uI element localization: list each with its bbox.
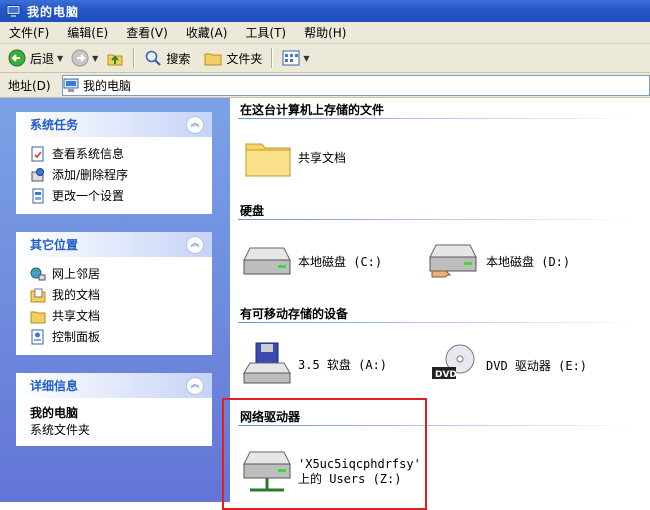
menu-edit[interactable]: 编辑(E) [58,24,117,41]
folder-icon [204,53,222,66]
shared-documents-folder[interactable]: 共享文档 [244,136,346,178]
views-button[interactable]: ▼ [278,46,313,70]
address-input[interactable]: 我的电脑 [62,75,650,96]
collapse-icon[interactable]: ︽ [186,235,204,254]
back-arrow-icon [8,49,26,67]
control-panel-icon [31,329,44,344]
shared-hard-drive-icon [429,244,477,278]
place-shared-documents[interactable]: 共享文档 [30,305,202,326]
folders-button[interactable]: 文件夹 [200,46,266,70]
menu-tools[interactable]: 工具(T) [236,24,295,41]
computer-icon [6,4,21,17]
up-button[interactable] [102,46,128,70]
menu-file[interactable]: 文件(F) [0,24,58,41]
other-places-panel: 其它位置 ︽ 网上邻居 我的文档 共享文档 控制面板 [16,232,212,355]
settings-icon [32,188,44,203]
computer-icon [63,78,79,92]
menu-help[interactable]: 帮助(H) [295,24,355,41]
chevron-down-icon[interactable]: ▼ [92,54,98,63]
group-title-hard-disks: 硬盘 [240,204,265,218]
floppy-drive-icon [243,342,291,384]
svg-text:DVD: DVD [435,370,457,380]
group-divider [238,322,638,323]
back-button[interactable]: 后退 ▼ [4,46,67,70]
local-disk-d[interactable]: 本地磁盘 (D:) [428,241,570,281]
menu-view[interactable]: 查看(V) [117,24,177,41]
forward-arrow-icon [71,49,89,67]
toolbar-separator [133,48,136,68]
place-my-documents[interactable]: 我的文档 [30,284,202,305]
task-pane: 系统任务 ︽ 查看系统信息 添加/删除程序 更改一个设置 其它位置 ︽ 网上邻居… [0,98,230,502]
details-name: 我的电脑 [30,406,79,420]
system-info-icon [31,146,44,161]
other-places-header[interactable]: 其它位置 ︽ [16,232,212,257]
highlight-frame [222,398,427,510]
place-network[interactable]: 网上邻居 [30,263,202,284]
hard-drive-icon [243,247,291,275]
floppy-a[interactable]: 3.5 软盘 (A:) [242,341,387,387]
task-change-setting[interactable]: 更改一个设置 [30,185,202,206]
title-bar: 我的电脑 [0,0,650,22]
dvd-drive-icon: DVD [432,344,475,380]
group-title-stored: 在这台计算机上存储的文件 [240,103,385,117]
menu-favorites[interactable]: 收藏(A) [177,24,237,41]
window-title: 我的电脑 [27,4,80,19]
toolbar: 后退 ▼ ▼ 搜索 文件夹 ▼ [0,44,650,73]
group-title-removable: 有可移动存储的设备 [240,307,349,321]
folder-icon [245,143,291,177]
add-remove-programs-icon [31,167,44,181]
local-disk-c[interactable]: 本地磁盘 (C:) [242,244,382,278]
toolbar-separator [271,48,274,68]
details-description: 系统文件夹 [30,423,91,437]
address-label: 地址(D) [8,78,51,93]
forward-button[interactable]: ▼ [67,46,102,70]
search-button[interactable]: 搜索 [140,46,194,70]
place-control-panel[interactable]: 控制面板 [30,326,202,347]
system-tasks-panel: 系统任务 ︽ 查看系统信息 添加/删除程序 更改一个设置 [16,112,212,214]
folder-icon [30,311,46,323]
group-divider [238,118,638,119]
dvd-drive-e[interactable]: DVD DVD 驱动器 (E:) [430,343,587,387]
address-bar: 地址(D) 我的电脑 [0,73,650,98]
task-view-system-info[interactable]: 查看系统信息 [30,143,202,164]
search-icon [146,50,162,66]
collapse-icon[interactable]: ︽ [186,376,204,395]
chevron-down-icon[interactable]: ▼ [303,54,309,63]
folder-up-icon [107,54,123,66]
my-documents-icon [30,288,46,302]
collapse-icon[interactable]: ︽ [186,115,204,134]
details-panel: 详细信息 ︽ 我的电脑 系统文件夹 [16,373,212,446]
views-grid-icon [282,50,300,66]
details-header[interactable]: 详细信息 ︽ [16,373,212,398]
chevron-down-icon[interactable]: ▼ [57,54,63,63]
network-places-icon [30,267,46,280]
menu-bar: 文件(F) 编辑(E) 查看(V) 收藏(A) 工具(T) 帮助(H) [0,22,650,44]
group-divider [238,219,638,220]
task-add-remove-programs[interactable]: 添加/删除程序 [30,164,202,185]
system-tasks-header[interactable]: 系统任务 ︽ [16,112,212,137]
